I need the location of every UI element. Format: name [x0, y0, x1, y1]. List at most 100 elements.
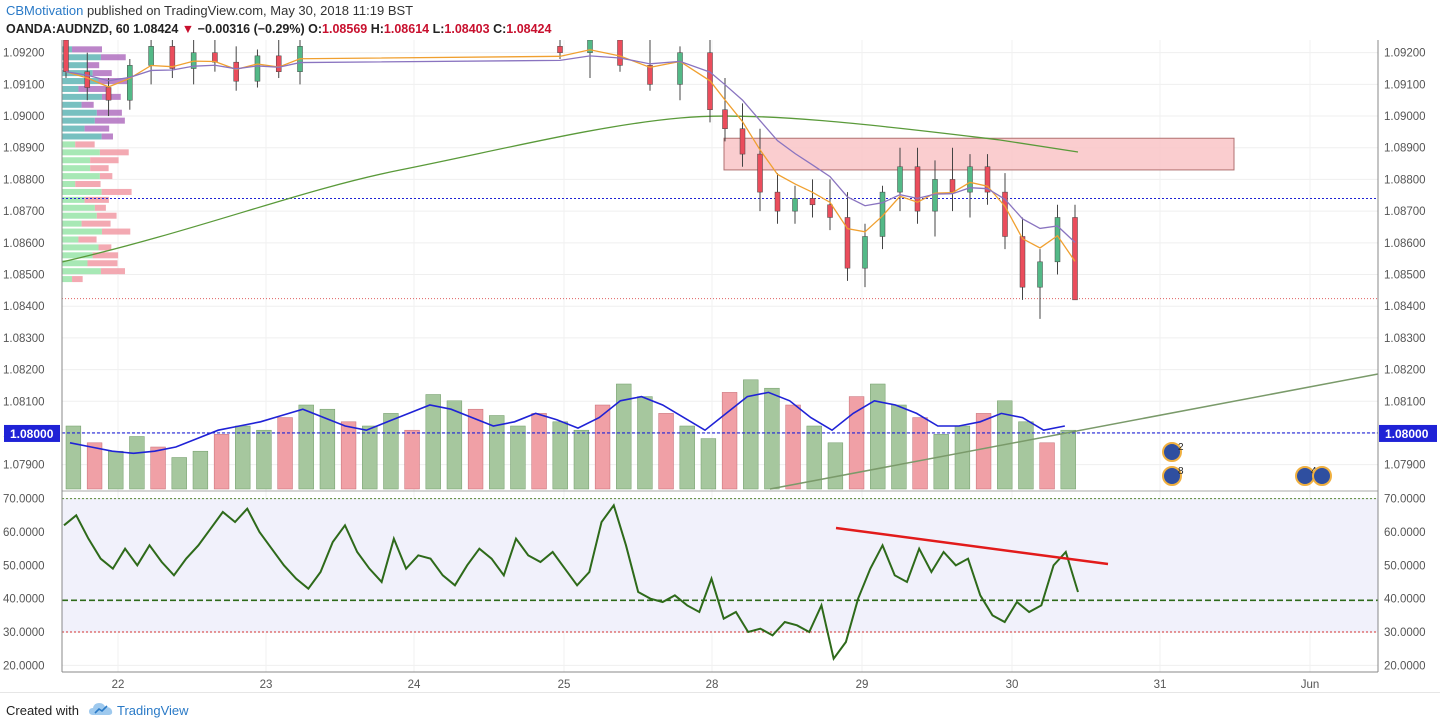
volume-bar: [700, 438, 717, 490]
candle-body: [722, 109, 728, 129]
close-value: 1.08424: [506, 22, 552, 36]
volume-bar: [65, 425, 82, 490]
volume-profile-down: [81, 101, 94, 108]
volume-profile-up: [62, 125, 85, 132]
right-rsi-tick: 50.0000: [1384, 560, 1426, 572]
price-chart[interactable]: 284 1.092001.092001.091001.091001.090001…: [0, 40, 1440, 692]
volume-profile-up: [62, 181, 76, 188]
volume-bar: [827, 442, 844, 490]
volume-profile-up: [62, 133, 102, 140]
rsi-pane[interactable]: [62, 498, 1378, 662]
candle-body: [739, 128, 746, 155]
tradingview-cloud-icon[interactable]: [88, 701, 114, 717]
right-price-tick: 1.08600: [1384, 238, 1426, 250]
candle-body: [84, 71, 91, 88]
candle-body: [949, 179, 956, 193]
left-rsi-tick: 30.0000: [3, 627, 45, 639]
right-price-tick: 1.08100: [1384, 396, 1426, 408]
volume-profile-down: [99, 149, 129, 156]
time-tick: 22: [112, 679, 125, 691]
right-rsi-tick: 40.0000: [1384, 594, 1426, 606]
left-price-tick: 1.09200: [3, 48, 45, 60]
volume-profile-up: [62, 149, 100, 156]
time-tick: 25: [558, 679, 571, 691]
volume-bar: [531, 413, 547, 490]
volume-bar: [1060, 429, 1076, 490]
volume-profile-down: [94, 117, 125, 124]
right-price-tick: 1.08500: [1384, 270, 1426, 282]
volume-profile-down: [96, 212, 117, 219]
author-link[interactable]: CBMotivation: [6, 3, 83, 18]
candle-body: [774, 191, 781, 212]
volume-bar: [298, 404, 314, 490]
right-price-tick: 1.08300: [1384, 333, 1426, 345]
left-price-tick: 1.09000: [3, 111, 45, 123]
volume-bar: [108, 450, 124, 490]
volume-profile-up: [62, 244, 99, 251]
low-value: 1.08403: [444, 22, 490, 36]
publish-info: published on TradingView.com, May 30, 20…: [86, 3, 414, 18]
right-rsi-tick: 70.0000: [1384, 494, 1426, 506]
candle-body: [827, 204, 833, 218]
volume-profile-up: [62, 101, 82, 108]
candle-body: [677, 52, 683, 85]
candle-body: [932, 179, 938, 212]
right-level-label: 1.08000: [1385, 427, 1429, 441]
volume-bar: [764, 387, 780, 490]
right-price-tick: 1.08400: [1384, 301, 1426, 313]
tradingview-brand-link[interactable]: TradingView: [117, 703, 189, 718]
left-price-tick: 1.08300: [3, 333, 45, 345]
left-price-tick: 1.08400: [3, 301, 45, 313]
volume-bar: [446, 400, 463, 490]
left-price-tick: 1.08200: [3, 365, 45, 377]
last-price: 1.08424: [133, 22, 179, 36]
volume-bar: [954, 425, 971, 490]
right-price-tick: 1.08200: [1384, 365, 1426, 377]
time-tick: 24: [408, 679, 421, 691]
volume-profile-down: [101, 228, 131, 235]
price-pane[interactable]: 284: [61, 40, 1379, 490]
volume-bar: [912, 417, 928, 490]
volume-bar: [86, 442, 103, 490]
time-tick: 28: [706, 679, 719, 691]
volume-profile-down: [84, 196, 109, 203]
time-tick: 23: [260, 679, 273, 691]
volume-bar: [340, 421, 357, 490]
volume-profile-down: [81, 220, 111, 227]
left-rsi-tick: 70.0000: [3, 494, 45, 506]
candle-body: [897, 166, 903, 193]
volume-bar: [489, 415, 505, 490]
volume-profile-up: [62, 141, 76, 148]
left-price-tick: 1.08500: [3, 270, 45, 282]
volume-bar: [192, 450, 209, 490]
volume-bar: [510, 425, 526, 490]
volume-bar: [933, 434, 949, 490]
candle-body: [647, 65, 653, 85]
down-arrow-icon: ▼: [181, 22, 195, 36]
volume-profile-down: [100, 268, 125, 275]
candle-body: [1037, 261, 1043, 288]
volume-profile-up: [62, 212, 97, 219]
volume-profile-up: [62, 268, 101, 275]
high-value: 1.08614: [383, 22, 430, 36]
volume-bar: [1018, 421, 1034, 490]
left-level-label: 1.08000: [10, 427, 54, 441]
volume-profile-down: [75, 181, 101, 188]
time-tick: 31: [1154, 679, 1167, 691]
candle-body: [233, 61, 239, 82]
right-price-tick: 1.08700: [1384, 206, 1426, 218]
volume-bar: [383, 413, 399, 490]
volume-bar: [235, 425, 251, 490]
left-price-tick: 1.07900: [3, 460, 45, 472]
volume-profile-up: [62, 236, 79, 243]
volume-bar: [150, 446, 166, 490]
footer: Created with TradingView: [0, 692, 1440, 728]
volume-profile-down: [101, 133, 113, 140]
volume-bar: [785, 404, 801, 490]
left-price-tick: 1.09100: [3, 79, 45, 91]
candle-body: [862, 236, 868, 269]
volume-profile-up: [62, 173, 100, 180]
chart-header: CBMotivation published on TradingView.co…: [0, 0, 1440, 40]
right-price-tick: 1.09100: [1384, 79, 1426, 91]
candle-body: [617, 40, 623, 66]
